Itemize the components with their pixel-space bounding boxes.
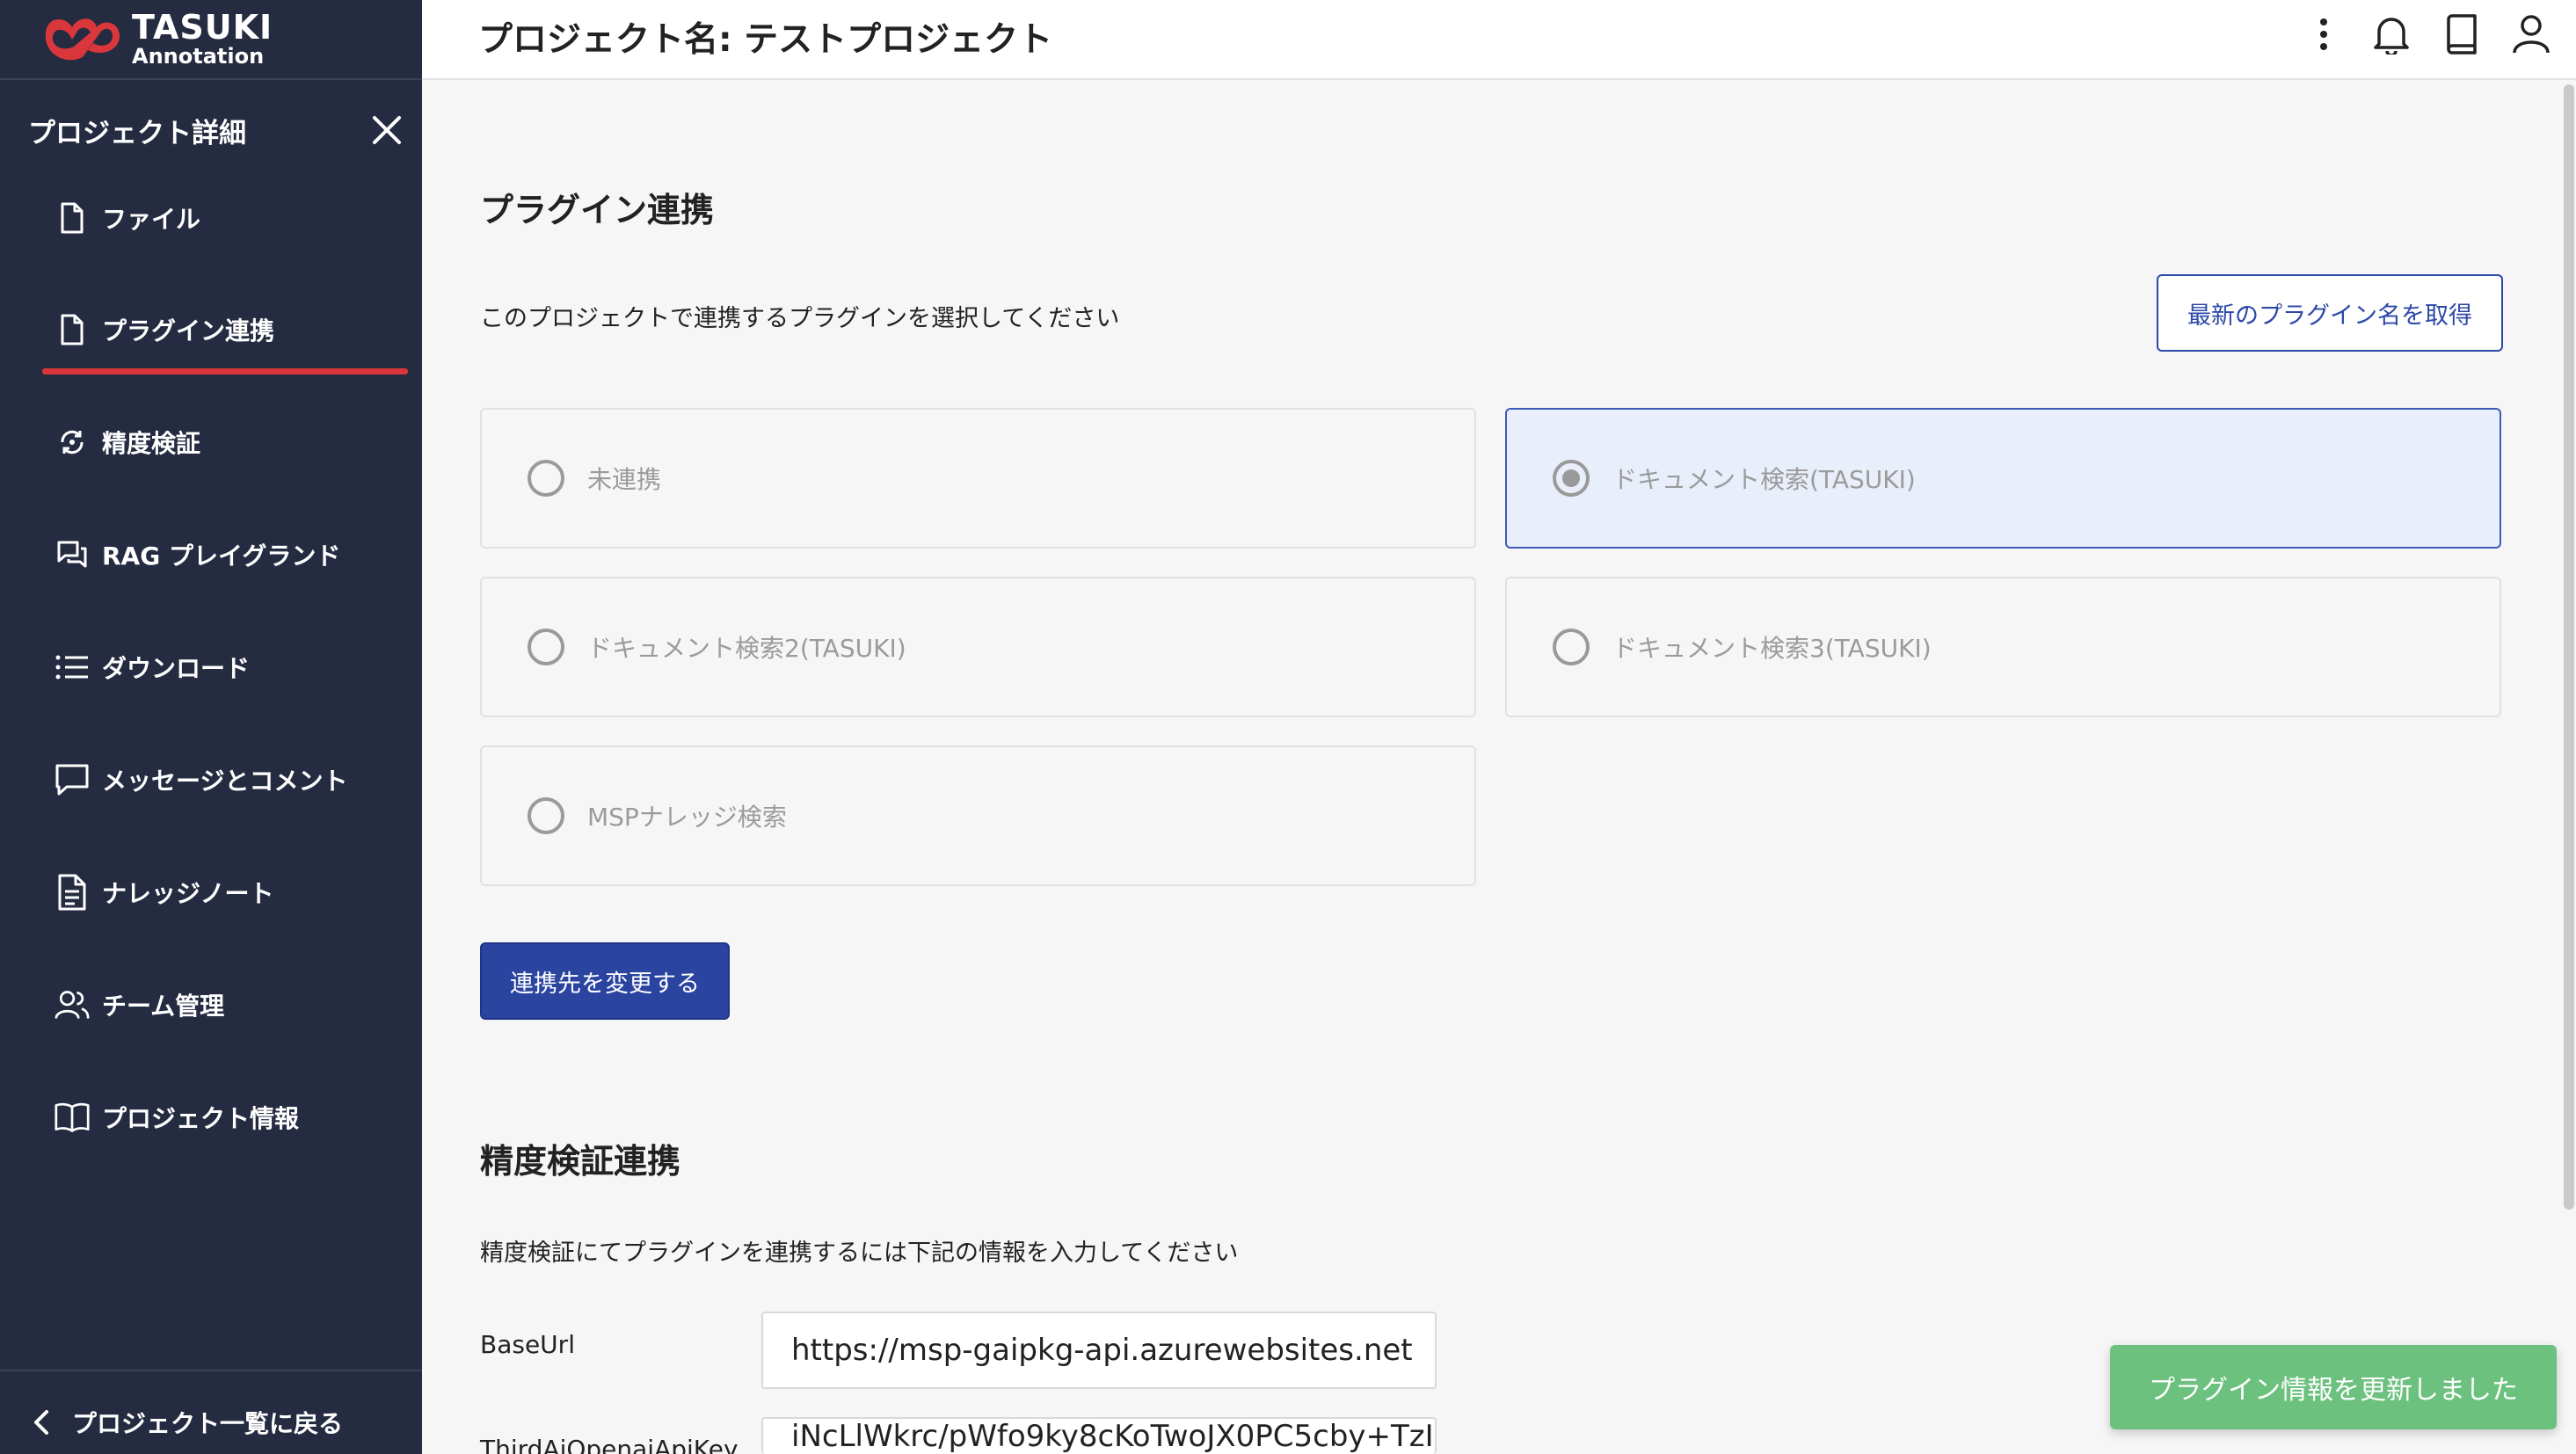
back-to-projects-link[interactable]: プロジェクト一覧に戻る (26, 1398, 343, 1447)
tasuki-logo-icon (45, 18, 120, 61)
sidebar-item-project-info[interactable]: プロジェクト情報 (55, 1091, 299, 1144)
close-icon[interactable] (367, 111, 406, 149)
sidebar-item-knowledge-note[interactable]: ナレッジノート (55, 866, 273, 919)
plugin-option-label: 未連携 (587, 465, 662, 494)
radio-button[interactable] (528, 797, 564, 834)
logo-text-line2: Annotation (132, 44, 265, 69)
sidebar-item-plugin[interactable]: プラグイン連携 (55, 303, 274, 356)
plugin-option-card[interactable]: ドキュメント検索3(TASUKI) (1505, 577, 2501, 717)
apikey-label: ThirdAiOpenaiApiKey (480, 1435, 739, 1454)
sidebar-item-file[interactable]: ファイル (55, 192, 200, 244)
sidebar-item-accuracy[interactable]: 精度検証 (55, 416, 200, 469)
accuracy-description: 精度検証にてプラグインを連携するには下記の情報を入力してください (480, 1240, 1239, 1267)
plugin-option-label: ドキュメント検索(TASUKI) (1612, 465, 1916, 494)
sidebar-title: プロジェクト詳細 (28, 118, 246, 149)
sidebar-item-label: RAG プレイグランド (102, 542, 341, 571)
sidebar-item-label: プラグイン連携 (102, 316, 275, 345)
plugin-option-label: MSPナレッジ検索 (587, 803, 787, 832)
team-icon (55, 987, 90, 1022)
logo-text-line1: TASUKI (132, 8, 273, 47)
sidebar-item-rag-playground[interactable]: RAG プレイグランド (55, 528, 340, 581)
radio-button[interactable] (528, 629, 564, 665)
chevron-left-icon (34, 1410, 48, 1435)
sidebar-item-label: ファイル (102, 205, 201, 234)
page-title: プロジェクト名: テストプロジェクト (478, 20, 1053, 60)
radio-button[interactable] (528, 460, 564, 497)
sidebar-item-label: ダウンロード (102, 654, 251, 683)
fetch-latest-plugin-button[interactable]: 最新のプラグイン名を取得 (2157, 274, 2503, 352)
plugin-option-card[interactable]: MSPナレッジ検索 (480, 745, 1476, 886)
list-icon (55, 650, 90, 685)
plugin-option-label: ドキュメント検索2(TASUKI) (587, 634, 906, 663)
book-icon (55, 1100, 90, 1135)
sidebar-item-team[interactable]: チーム管理 (55, 978, 224, 1031)
user-icon[interactable] (2507, 11, 2555, 58)
chat-bubbles-icon (55, 537, 90, 572)
plugin-section-title: プラグイン連携 (480, 191, 715, 229)
change-plugin-button[interactable]: 連携先を変更する (480, 942, 730, 1020)
logo[interactable]: TASUKI Annotation (39, 5, 273, 72)
sidebar-divider (0, 78, 422, 80)
sidebar: TASUKI Annotation プロジェクト詳細 ファイル プラグイン連携 … (0, 0, 422, 1454)
book-icon[interactable] (2437, 11, 2485, 58)
plugin-option-card[interactable]: ドキュメント検索2(TASUKI) (480, 577, 1476, 717)
more-vertical-icon[interactable] (2300, 11, 2347, 58)
file-icon (55, 312, 90, 347)
toast-notification: プラグイン情報を更新しました (2110, 1345, 2557, 1429)
baseurl-input[interactable]: https://msp-gaipkg-api.azurewebsites.net (761, 1312, 1437, 1389)
sidebar-divider (0, 1370, 422, 1371)
sidebar-item-label: チーム管理 (102, 992, 225, 1021)
radio-button[interactable] (1553, 629, 1590, 665)
radio-button-checked[interactable] (1553, 460, 1590, 497)
plugin-description: このプロジェクトで連携するプラグインを選択してください (480, 305, 1120, 332)
document-icon (55, 874, 90, 911)
sidebar-item-label: ナレッジノート (102, 879, 274, 908)
back-link-label: プロジェクト一覧に戻る (72, 1409, 344, 1438)
sync-icon (55, 425, 90, 460)
bell-icon[interactable] (2368, 11, 2415, 58)
message-icon (55, 762, 90, 797)
sidebar-item-download[interactable]: ダウンロード (55, 641, 250, 694)
sidebar-item-messages[interactable]: メッセージとコメント (55, 753, 347, 806)
baseurl-label: BaseUrl (480, 1330, 575, 1359)
sidebar-item-label: プロジェクト情報 (102, 1104, 300, 1133)
accuracy-section-title: 精度検証連携 (480, 1142, 681, 1181)
sidebar-item-label: 精度検証 (102, 429, 201, 458)
scrollbar[interactable] (2564, 84, 2574, 1210)
top-header: プロジェクト名: テストプロジェクト (422, 0, 2576, 80)
plugin-option-label: ドキュメント検索3(TASUKI) (1612, 634, 1932, 663)
plugin-option-card[interactable]: ドキュメント検索(TASUKI) (1505, 408, 2501, 549)
sidebar-item-label: メッセージとコメント (102, 767, 348, 796)
apikey-input[interactable]: iNcLlWkrc/pWfo9ky8cKoTwoJX0PC5cby+TzI (761, 1417, 1437, 1454)
file-icon (55, 200, 90, 236)
plugin-option-card[interactable]: 未連携 (480, 408, 1476, 549)
active-tab-indicator (42, 368, 408, 374)
